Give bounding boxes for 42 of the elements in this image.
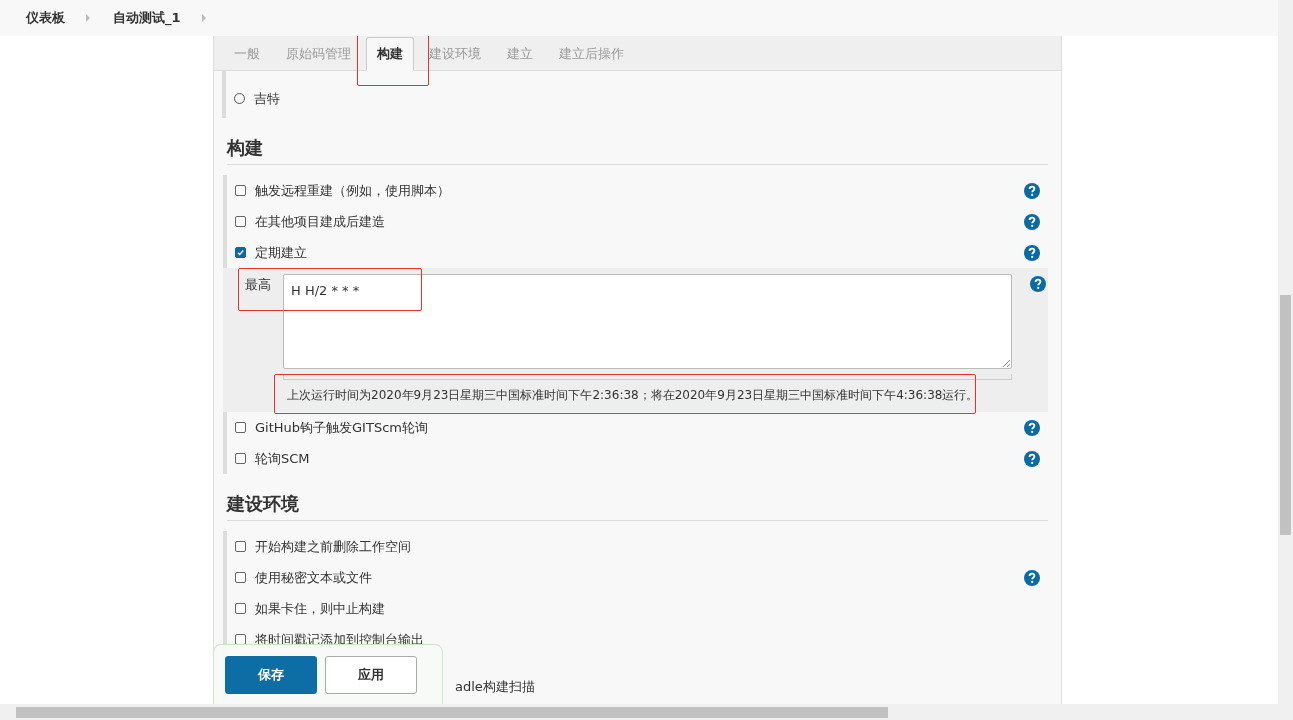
checkbox-label: 开始构建之前删除工作空间 (255, 537, 411, 556)
resize-handle[interactable] (283, 374, 1012, 380)
help-icon[interactable] (1024, 213, 1040, 230)
checkbox-label: adle构建扫描 (455, 677, 535, 696)
help-icon[interactable] (1024, 569, 1040, 586)
resize-grip-icon[interactable] (1002, 359, 1010, 367)
checkbox-label: 如果卡住，则中止构建 (255, 599, 385, 618)
help-icon[interactable] (1030, 276, 1046, 292)
checkbox[interactable] (235, 541, 246, 552)
scroll-thumb[interactable] (1280, 295, 1291, 535)
help-icon[interactable] (1024, 244, 1040, 261)
vertical-scrollbar[interactable] (1278, 0, 1293, 704)
checkbox-label: 定期建立 (255, 243, 307, 262)
checkbox[interactable] (235, 247, 246, 258)
checkbox[interactable] (235, 572, 246, 583)
checkbox[interactable] (235, 216, 246, 227)
checkbox[interactable] (235, 185, 246, 196)
schedule-input[interactable]: H H/2 * * * (283, 274, 1012, 369)
help-icon[interactable] (1024, 182, 1040, 199)
scroll-thumb[interactable] (16, 707, 888, 718)
checkbox-label: 触发远程重建（例如，使用脚本） (255, 181, 450, 200)
save-button[interactable]: 保存 (225, 656, 317, 694)
checkbox-label: GitHub钩子触发GITScm轮询 (255, 418, 428, 437)
field-label: 最高 (245, 276, 272, 294)
checkbox-label: 在其他项目建成后建造 (255, 212, 385, 231)
section-heading: 建设环境 (227, 492, 1048, 521)
tab[interactable]: 构建 (366, 37, 414, 71)
horizontal-scrollbar[interactable] (0, 704, 1293, 720)
breadcrumb-link[interactable]: 仪表板 (26, 9, 65, 27)
breadcrumb-link[interactable]: 自动测试_1 (113, 9, 181, 27)
radio-label: 吉特 (254, 89, 280, 108)
checkbox-label: 使用秘密文本或文件 (255, 568, 372, 587)
checkbox[interactable] (235, 422, 246, 433)
section-heading: 构建 (227, 136, 1048, 165)
help-icon[interactable] (1024, 450, 1040, 467)
checkbox-label: 轮询SCM (255, 449, 310, 468)
checkbox[interactable] (235, 453, 246, 464)
apply-button[interactable]: 应用 (325, 656, 417, 694)
help-icon[interactable] (1024, 419, 1040, 436)
checkbox[interactable] (235, 603, 246, 614)
annotation-box (357, 36, 429, 86)
schedule-note: 上次运行时间为2020年9月23日星期三中国标准时间下午2:36:38；将在2020年9月23日星期三中国标准时间下午4:36:38运行。 (287, 387, 979, 404)
